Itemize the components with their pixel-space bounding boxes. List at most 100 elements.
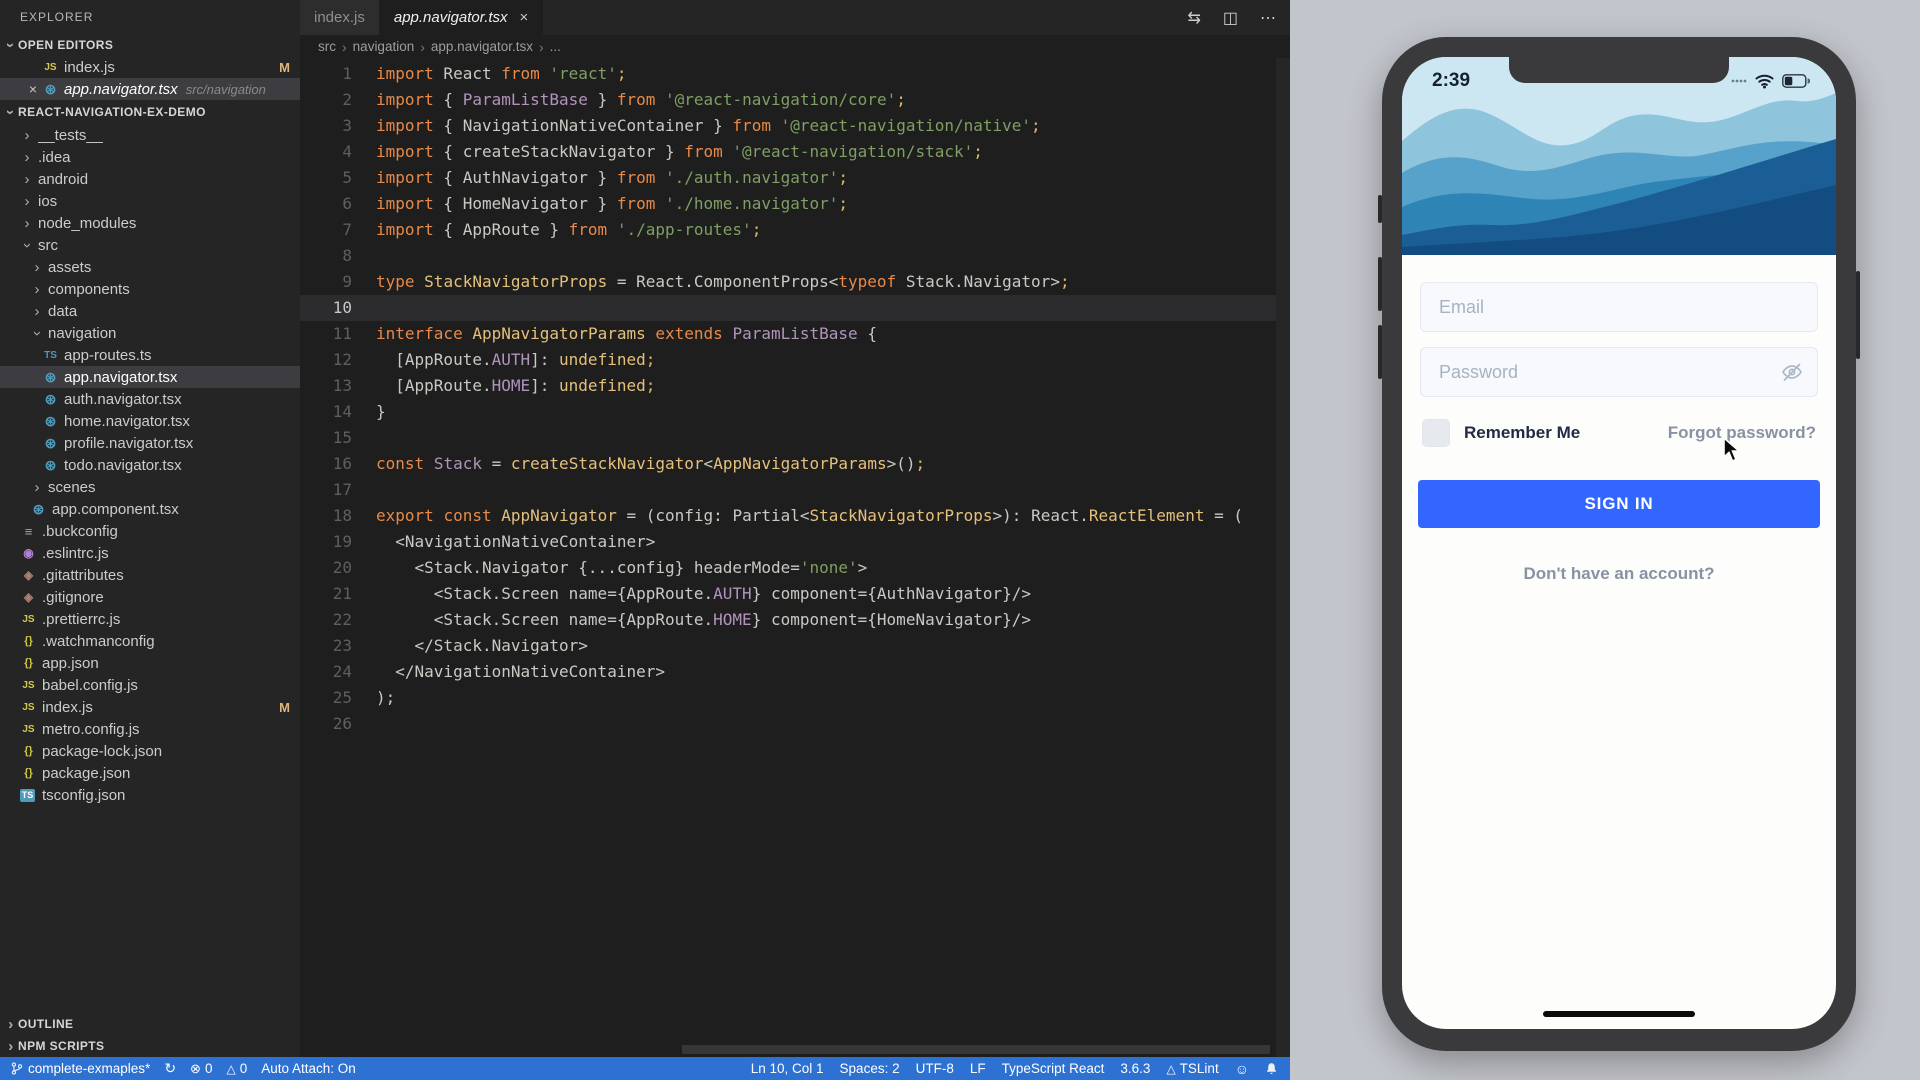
- line-number[interactable]: 16: [300, 451, 376, 477]
- tree-folder-scenes[interactable]: scenes: [0, 476, 300, 498]
- line-number[interactable]: 26: [300, 711, 376, 737]
- line-number[interactable]: 6: [300, 191, 376, 217]
- line-number[interactable]: 25: [300, 685, 376, 711]
- code-line[interactable]: 26: [300, 711, 1290, 737]
- line-number[interactable]: 4: [300, 139, 376, 165]
- remember-me-label[interactable]: Remember Me: [1464, 423, 1580, 443]
- line-number[interactable]: 8: [300, 243, 376, 269]
- open-editor-app.navigator.tsx[interactable]: ⊛app.navigator.tsxsrc/navigation: [0, 78, 300, 100]
- tab-index-js[interactable]: index.js: [300, 0, 380, 35]
- line-number[interactable]: 15: [300, 425, 376, 451]
- outline-section-header[interactable]: OUTLINE: [0, 1013, 300, 1035]
- tree-file-app.navigator.tsx[interactable]: ⊛app.navigator.tsx: [0, 366, 300, 388]
- tree-file-metro.config.js[interactable]: JSmetro.config.js: [0, 718, 300, 740]
- npm-scripts-section-header[interactable]: NPM SCRIPTS: [0, 1035, 300, 1057]
- no-account-link[interactable]: Don't have an account?: [1402, 564, 1836, 584]
- code-line[interactable]: 23 </Stack.Navigator>: [300, 633, 1290, 659]
- line-number[interactable]: 3: [300, 113, 376, 139]
- line-number[interactable]: 23: [300, 633, 376, 659]
- tree-folder-ios[interactable]: ios: [0, 190, 300, 212]
- tree-file-.gitignore[interactable]: ◈.gitignore: [0, 586, 300, 608]
- email-field[interactable]: [1420, 282, 1818, 332]
- breadcrumb-item[interactable]: ...: [550, 39, 561, 54]
- tree-file-.buckconfig[interactable]: ≡.buckconfig: [0, 520, 300, 542]
- status-item-auto-attach-on[interactable]: Auto Attach: On: [261, 1061, 356, 1076]
- code-line[interactable]: 3import { NavigationNativeContainer } fr…: [300, 113, 1290, 139]
- tree-file-index.js[interactable]: JSindex.jsM: [0, 696, 300, 718]
- tree-folder-node_modules[interactable]: node_modules: [0, 212, 300, 234]
- code-line[interactable]: 11interface AppNavigatorParams extends P…: [300, 321, 1290, 347]
- line-number[interactable]: 12: [300, 347, 376, 373]
- status-item-lf[interactable]: LF: [970, 1061, 986, 1076]
- sign-in-button[interactable]: SIGN IN: [1418, 480, 1820, 528]
- tab-app-navigator-tsx[interactable]: app.navigator.tsx: [380, 0, 543, 35]
- code-line[interactable]: 14}: [300, 399, 1290, 425]
- code-line[interactable]: 21 <Stack.Screen name={AppRoute.AUTH} co…: [300, 581, 1290, 607]
- code-line[interactable]: 19 <NavigationNativeContainer>: [300, 529, 1290, 555]
- code-area[interactable]: 1import React from 'react';2import { Par…: [300, 58, 1290, 1057]
- tree-file-app.component.tsx[interactable]: ⊛app.component.tsx: [0, 498, 300, 520]
- line-number[interactable]: 7: [300, 217, 376, 243]
- code-line[interactable]: 2import { ParamListBase } from '@react-n…: [300, 87, 1290, 113]
- close-icon[interactable]: [520, 9, 529, 26]
- line-number[interactable]: 18: [300, 503, 376, 529]
- tree-file-app-routes.ts[interactable]: TSapp-routes.ts: [0, 344, 300, 366]
- tree-file-.watchmanconfig[interactable]: {}.watchmanconfig: [0, 630, 300, 652]
- line-number[interactable]: 5: [300, 165, 376, 191]
- code-line[interactable]: 20 <Stack.Navigator {...config} headerMo…: [300, 555, 1290, 581]
- code-line[interactable]: 8: [300, 243, 1290, 269]
- breadcrumb-item[interactable]: app.navigator.tsx: [431, 39, 533, 54]
- code-line[interactable]: 10: [300, 295, 1290, 321]
- volume-up-button[interactable]: [1378, 257, 1382, 311]
- code-line[interactable]: 18export const AppNavigator = (config: P…: [300, 503, 1290, 529]
- breadcrumb-item[interactable]: src: [318, 39, 336, 54]
- more-actions-icon[interactable]: [1260, 8, 1276, 28]
- project-section-header[interactable]: REACT-NAVIGATION-EX-DEMO: [0, 100, 300, 124]
- line-number[interactable]: 21: [300, 581, 376, 607]
- line-number[interactable]: 1: [300, 61, 376, 87]
- mute-switch[interactable]: [1378, 195, 1382, 223]
- password-field[interactable]: [1420, 347, 1818, 397]
- code-line[interactable]: 24 </NavigationNativeContainer>: [300, 659, 1290, 685]
- tree-file-app.json[interactable]: {}app.json: [0, 652, 300, 674]
- horizontal-scrollbar[interactable]: [682, 1045, 1270, 1054]
- eye-off-icon[interactable]: [1780, 360, 1804, 389]
- line-number[interactable]: 13: [300, 373, 376, 399]
- status-item-spaces-2[interactable]: Spaces: 2: [840, 1061, 900, 1076]
- status-item-ln-10-col-1[interactable]: Ln 10, Col 1: [751, 1061, 824, 1076]
- code-line[interactable]: 9type StackNavigatorProps = React.Compon…: [300, 269, 1290, 295]
- tree-folder-src[interactable]: src: [0, 234, 300, 256]
- line-number[interactable]: 20: [300, 555, 376, 581]
- code-line[interactable]: 6import { HomeNavigator } from './home.n…: [300, 191, 1290, 217]
- split-editor-icon[interactable]: [1223, 8, 1238, 28]
- code-line[interactable]: 5import { AuthNavigator } from './auth.n…: [300, 165, 1290, 191]
- tree-folder-assets[interactable]: assets: [0, 256, 300, 278]
- tree-file-auth.navigator.tsx[interactable]: ⊛auth.navigator.tsx: [0, 388, 300, 410]
- code-line[interactable]: 13 [AppRoute.HOME]: undefined;: [300, 373, 1290, 399]
- tree-folder-android[interactable]: android: [0, 168, 300, 190]
- remember-me-checkbox[interactable]: [1422, 419, 1450, 447]
- power-button[interactable]: [1856, 271, 1860, 359]
- line-number[interactable]: 19: [300, 529, 376, 555]
- tree-file-babel.config.js[interactable]: JSbabel.config.js: [0, 674, 300, 696]
- code-line[interactable]: 25);: [300, 685, 1290, 711]
- code-line[interactable]: 15: [300, 425, 1290, 451]
- tree-folder-__tests__[interactable]: __tests__: [0, 124, 300, 146]
- tree-file-tsconfig.json[interactable]: TStsconfig.json: [0, 784, 300, 806]
- status-item[interactable]: [1265, 1061, 1278, 1076]
- code-line[interactable]: 7import { AppRoute } from './app-routes'…: [300, 217, 1290, 243]
- tree-folder-data[interactable]: data: [0, 300, 300, 322]
- status-item-complete-exmaples-[interactable]: complete-exmaples*: [10, 1061, 150, 1076]
- code-line[interactable]: 17: [300, 477, 1290, 503]
- status-item-tslint[interactable]: △TSLint: [1166, 1061, 1218, 1076]
- line-number[interactable]: 10: [300, 295, 376, 321]
- status-item-utf-8[interactable]: UTF-8: [916, 1061, 954, 1076]
- status-item-typescript-react[interactable]: TypeScript React: [1002, 1061, 1105, 1076]
- status-item[interactable]: ↻: [164, 1060, 176, 1077]
- tree-file-profile.navigator.tsx[interactable]: ⊛profile.navigator.tsx: [0, 432, 300, 454]
- line-number[interactable]: 17: [300, 477, 376, 503]
- status-item-0[interactable]: △0: [226, 1061, 247, 1076]
- status-item-3-6-3[interactable]: 3.6.3: [1120, 1061, 1150, 1076]
- line-number[interactable]: 2: [300, 87, 376, 113]
- line-number[interactable]: 9: [300, 269, 376, 295]
